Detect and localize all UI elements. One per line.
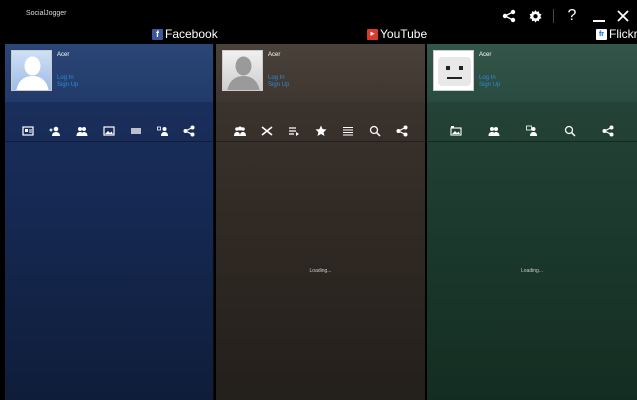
flickr-profile: Acer Log In Sign Up: [427, 44, 637, 102]
add-friend-icon[interactable]: [48, 124, 62, 138]
tab-youtube[interactable]: ▶ YouTube: [367, 27, 427, 41]
flickr-avatar: [433, 50, 474, 91]
youtube-login-link[interactable]: Log In: [268, 75, 285, 81]
titlebar-divider: [553, 9, 554, 23]
share-icon[interactable]: [395, 124, 409, 138]
search-icon[interactable]: [368, 124, 382, 138]
share-icon[interactable]: [182, 124, 196, 138]
close-icon[interactable]: [615, 8, 631, 24]
facebook-avatar: [11, 50, 52, 91]
youtube-signup-link[interactable]: Sign Up: [268, 82, 289, 88]
favorites-star-icon[interactable]: [314, 124, 328, 138]
flickr-label: Flickr: [609, 27, 637, 41]
youtube-toolbar: [216, 120, 425, 142]
friends-icon[interactable]: [75, 124, 89, 138]
flickr-logo-icon: fr: [596, 28, 607, 40]
search-icon[interactable]: [563, 124, 577, 138]
facebook-user-name: Acer: [57, 52, 70, 58]
app-title: SocialJogger: [26, 10, 67, 17]
gear-icon[interactable]: [527, 8, 543, 24]
tab-facebook[interactable]: f Facebook: [152, 27, 218, 41]
photostream-icon[interactable]: [449, 124, 463, 138]
user-photos-icon[interactable]: [525, 124, 539, 138]
playlists-icon[interactable]: [287, 124, 301, 138]
youtube-label: YouTube: [380, 27, 428, 41]
share-icon[interactable]: [601, 124, 615, 138]
subscriptions-icon[interactable]: [233, 124, 247, 138]
facebook-profile: Acer Log In Sign Up: [5, 44, 213, 102]
flickr-signup-link[interactable]: Sign Up: [479, 82, 500, 88]
flickr-login-link[interactable]: Log In: [479, 75, 496, 81]
photos-icon[interactable]: [102, 124, 116, 138]
youtube-profile: Acer Log In Sign Up: [216, 44, 425, 102]
youtube-logo-icon: ▶: [367, 28, 378, 40]
facebook-login-link[interactable]: Log In: [57, 75, 74, 81]
flickr-user-name: Acer: [479, 52, 492, 58]
minimize-icon[interactable]: [591, 8, 607, 24]
flickr-loading-text: Loading...: [521, 268, 543, 274]
youtube-user-name: Acer: [268, 52, 281, 58]
list-icon[interactable]: [341, 124, 355, 138]
youtube-loading-text: Loading...: [309, 268, 332, 274]
facebook-panel: Acer Log In Sign Up: [5, 44, 214, 400]
news-feed-icon[interactable]: [21, 124, 35, 138]
help-icon[interactable]: ?: [564, 7, 580, 24]
youtube-avatar: [222, 50, 263, 91]
tools-icon[interactable]: [260, 124, 274, 138]
flickr-toolbar: [427, 120, 637, 142]
videos-icon[interactable]: [129, 124, 143, 138]
flickr-panel: Acer Log In Sign Up Loading...: [427, 44, 637, 400]
facebook-logo-icon: f: [152, 28, 163, 40]
tab-flickr[interactable]: fr Flickr: [596, 27, 637, 41]
youtube-panel: Acer Log In Sign Up Loading...: [216, 44, 425, 400]
facebook-label: Facebook: [165, 27, 218, 41]
pages-icon[interactable]: [156, 124, 170, 138]
title-bar: SocialJogger ? f Facebook ▶ YouTube fr F…: [0, 0, 637, 44]
facebook-toolbar: [5, 120, 213, 142]
facebook-signup-link[interactable]: Sign Up: [57, 82, 78, 88]
contacts-icon[interactable]: [487, 124, 501, 138]
share-icon[interactable]: [501, 8, 517, 24]
